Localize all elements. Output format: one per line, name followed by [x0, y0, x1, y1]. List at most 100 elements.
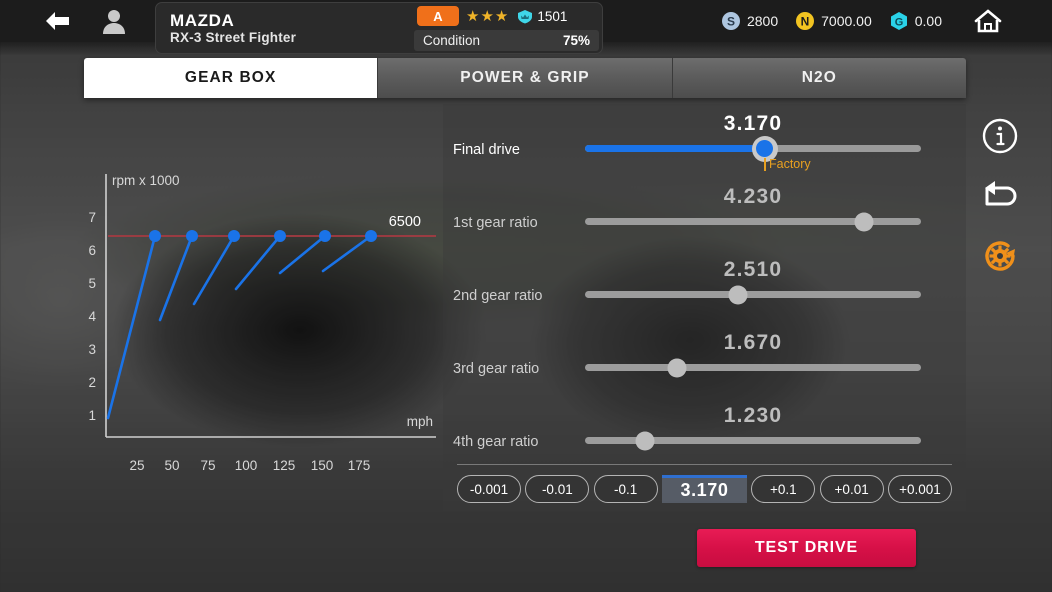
- gear3-value-wrap: 1.670: [585, 331, 921, 355]
- factory-tick-icon: [764, 158, 766, 171]
- gear-point-3: [228, 230, 240, 242]
- decrement-0.1-button[interactable]: -0.1: [593, 475, 658, 503]
- gear2-slider[interactable]: [585, 285, 921, 304]
- arrow-left-icon: [46, 12, 69, 30]
- gear3-value: 1.670: [723, 331, 783, 354]
- increment-0.001-button[interactable]: +0.001: [887, 475, 952, 503]
- gear4-label: 4th gear ratio: [453, 434, 539, 450]
- tab-power-and-grip[interactable]: POWER & GRIP: [377, 58, 672, 98]
- svg-text:G: G: [894, 17, 903, 29]
- y-axis-label: rpm x 1000: [112, 173, 180, 188]
- x-axis-label: mph: [407, 414, 433, 429]
- y-tick-6: 6: [88, 243, 96, 258]
- decrement-0.001-button[interactable]: -0.001: [457, 475, 521, 503]
- car-info-card[interactable]: MAZDA RX-3 Street Fighter A ★ ★ ★ 1501 C…: [155, 2, 603, 54]
- gear3-slider[interactable]: [585, 358, 921, 377]
- gear2-value-wrap: 2.510: [585, 258, 921, 282]
- currency-silver-value: 2800: [746, 13, 779, 29]
- factory-label: Factory: [769, 157, 811, 171]
- gear1-slider[interactable]: [585, 212, 921, 231]
- star-rating: ★ ★ ★: [466, 9, 508, 24]
- silver-coin-icon: S: [721, 12, 740, 30]
- undo-icon: [985, 181, 1017, 206]
- class-badge: A: [417, 6, 459, 26]
- top-bar: MAZDA RX-3 Street Fighter A ★ ★ ★ 1501 C…: [0, 0, 1052, 54]
- tuning-panel: 3.170 Final drive Factory 4.230 1st gear…: [443, 104, 966, 512]
- home-icon: [974, 9, 1002, 33]
- gear-line-2: [158, 234, 194, 322]
- rank-display: 1501: [517, 9, 567, 24]
- rank-value: 1501: [537, 8, 568, 24]
- car-names: MAZDA RX-3 Street Fighter: [170, 11, 414, 46]
- x-tick-25: 25: [129, 458, 144, 473]
- increment-0.1-button[interactable]: +0.1: [751, 475, 816, 503]
- condition-value: 75%: [562, 33, 590, 48]
- gem-coin-icon: G: [890, 12, 907, 30]
- gear-chart-svg: rpm x 1000 mph 7 6 5 4 3 2 1 25 50 75 10…: [88, 173, 436, 473]
- x-tick-175: 175: [348, 458, 371, 473]
- gear-lines: [106, 234, 373, 420]
- currency-gem[interactable]: G 0.00: [889, 11, 942, 31]
- gear4-value: 1.230: [723, 404, 783, 427]
- x-tick-75: 75: [200, 458, 215, 473]
- y-tick-1: 1: [88, 408, 96, 423]
- gear3-thumb[interactable]: [667, 358, 687, 377]
- tab-gear-box[interactable]: GEAR BOX: [84, 58, 378, 98]
- panel-divider: [457, 464, 952, 465]
- gear-point-4: [274, 230, 286, 242]
- gear4-value-wrap: 1.230: [585, 404, 921, 428]
- final-drive-slider[interactable]: [585, 135, 921, 162]
- gear1-thumb[interactable]: [854, 212, 874, 231]
- currency-silver[interactable]: S 2800: [721, 11, 778, 31]
- star-icon: ★: [480, 7, 494, 25]
- reset-gear-icon: [985, 241, 1015, 271]
- gear-point-1: [149, 230, 161, 242]
- test-drive-button[interactable]: TEST DRIVE: [697, 529, 916, 567]
- current-value-display[interactable]: 3.170: [661, 475, 747, 503]
- gear2-thumb[interactable]: [728, 285, 748, 304]
- gear-line-1: [106, 234, 157, 420]
- currency-gold[interactable]: N 7000.00: [795, 11, 872, 31]
- x-tick-100: 100: [235, 458, 258, 473]
- y-tick-4: 4: [88, 309, 96, 324]
- x-tick-125: 125: [273, 458, 296, 473]
- decrement-0.01-button[interactable]: -0.01: [525, 475, 590, 503]
- slider-row-final-drive: 3.170 Final drive Factory: [443, 104, 966, 177]
- y-tick-2: 2: [88, 375, 96, 390]
- user-avatar-icon: [103, 10, 125, 34]
- reset-to-factory-button[interactable]: [976, 232, 1024, 280]
- car-stats-top: A ★ ★ ★ 1501: [414, 5, 599, 27]
- currency-gem-value: 0.00: [914, 13, 942, 29]
- gear4-thumb[interactable]: [635, 431, 655, 450]
- currency-gold-value: 7000.00: [821, 13, 872, 29]
- gear2-label: 2nd gear ratio: [453, 288, 543, 304]
- redline-label: 6500: [389, 214, 421, 230]
- info-button[interactable]: [976, 112, 1024, 160]
- gear-point-2: [186, 230, 198, 242]
- increment-0.01-button[interactable]: +0.01: [819, 475, 884, 503]
- final-drive-fill: [585, 145, 765, 152]
- tab-bar: GEAR BOX POWER & GRIP N2O: [84, 58, 966, 98]
- svg-text:N: N: [801, 15, 810, 29]
- gear2-value: 2.510: [723, 258, 783, 281]
- gear-line-4: [234, 234, 282, 291]
- currency-bar: S 2800 N 7000.00 G 0.00: [721, 0, 942, 42]
- gear-ratio-chart: rpm x 1000 mph 7 6 5 4 3 2 1 25 50 75 10…: [84, 160, 464, 490]
- slider-row-3rd-gear: 1.670 3rd gear ratio: [443, 323, 966, 396]
- slider-row-1st-gear: 4.230 1st gear ratio: [443, 177, 966, 250]
- profile-button[interactable]: [96, 1, 132, 41]
- tuning-screen: MAZDA RX-3 Street Fighter A ★ ★ ★ 1501 C…: [0, 0, 1052, 592]
- gear1-label: 1st gear ratio: [453, 215, 538, 231]
- y-tick-7: 7: [88, 210, 96, 225]
- final-drive-value-wrap: 3.170: [585, 112, 921, 136]
- stepper-row: -0.001 -0.01 -0.1 3.170 +0.1 +0.01 +0.00…: [457, 474, 952, 504]
- gear4-slider[interactable]: [585, 431, 921, 450]
- gear1-value: 4.230: [723, 185, 783, 208]
- star-icon: ★: [466, 7, 480, 25]
- back-button[interactable]: [38, 1, 78, 41]
- tab-n2o[interactable]: N2O: [671, 58, 966, 98]
- undo-button[interactable]: [976, 172, 1024, 220]
- home-button[interactable]: [968, 0, 1008, 42]
- gear-line-6: [321, 234, 373, 273]
- x-tick-50: 50: [164, 458, 179, 473]
